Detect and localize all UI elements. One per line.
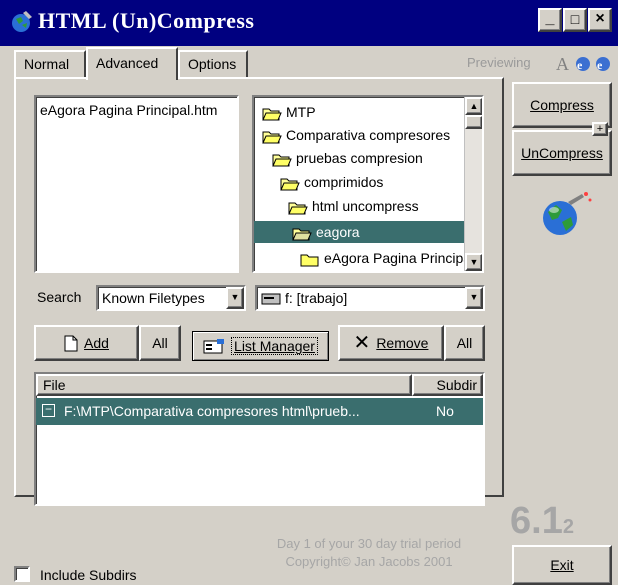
svg-text:A: A	[556, 54, 569, 74]
drive-icon	[261, 293, 281, 305]
open-folder-icon	[288, 202, 308, 215]
drive-value: f: [trabajo]	[285, 290, 348, 306]
tree-item-eagora-pagina[interactable]: eAgora Pagina Principal	[300, 247, 474, 269]
exit-button-label: Exit	[550, 557, 574, 573]
search-filetype-value: Known Filetypes	[102, 290, 205, 306]
search-filetype-select[interactable]: Known Filetypes ▼	[96, 285, 246, 311]
svg-text:e: e	[577, 58, 583, 72]
open-folder-icon	[262, 131, 282, 144]
uncompress-button[interactable]: UnCompress	[512, 130, 612, 176]
tab-options[interactable]: Options	[178, 50, 248, 78]
add-all-button[interactable]: All	[139, 325, 181, 361]
open-folder-icon	[262, 108, 282, 121]
row-subdir-value: No	[436, 403, 454, 419]
tab-normal[interactable]: Normal	[14, 50, 86, 78]
column-header-file[interactable]: File	[36, 374, 412, 396]
table-row[interactable]: − F:\MTP\Comparativa compresores html\pr…	[36, 398, 483, 425]
close-x-icon: ✕	[353, 332, 371, 354]
previewing-label: Previewing	[467, 55, 531, 70]
add-button-label: Add	[84, 335, 109, 351]
list-manager-button[interactable]: List Manager	[192, 331, 329, 361]
tree-item-eagora[interactable]: eagora	[254, 221, 464, 243]
version-minor: 2	[562, 516, 574, 538]
window-title: HTML (Un)Compress	[38, 8, 255, 33]
drive-select[interactable]: f: [trabajo] ▼	[255, 285, 485, 311]
folder-icon	[300, 254, 319, 267]
column-header-subdir[interactable]: Subdir	[412, 374, 483, 396]
list-manager-icon	[203, 339, 225, 354]
chevron-down-icon: ▼	[230, 292, 240, 302]
copyright-text: Copyright© Jan Jacobs 2001	[285, 554, 453, 569]
tree-item-label: Comparativa compresores	[286, 127, 451, 143]
file-list[interactable]: eAgora Pagina Principal.htm	[34, 95, 239, 273]
file-list-item[interactable]: eAgora Pagina Principal.htm	[40, 102, 233, 118]
browser-icons: A e e	[556, 54, 610, 74]
scroll-up-button[interactable]: ▲	[465, 97, 482, 115]
app-icon	[12, 11, 32, 32]
svg-text:e: e	[597, 58, 603, 72]
file-list-view[interactable]: File Subdir − F:\MTP\Comparativa compres…	[34, 372, 485, 506]
new-file-icon	[64, 335, 78, 351]
tree-item-label: pruebas compresion	[296, 150, 423, 166]
arrow-up-icon: ▲	[469, 101, 479, 111]
tree-scrollbar[interactable]: ▲ ▼	[464, 97, 482, 271]
arrow-down-icon: ▼	[469, 257, 479, 267]
include-subdirs-label[interactable]: Include Subdirs	[40, 567, 137, 583]
dropdown-button[interactable]: ▼	[465, 287, 483, 309]
tree-item-comprimidos[interactable]: comprimidos	[280, 171, 383, 193]
version-number: 6.12	[510, 500, 574, 543]
tree-item-label: comprimidos	[304, 174, 384, 190]
collapse-icon[interactable]: −	[42, 403, 55, 417]
tree-item-label: MTP	[286, 104, 316, 120]
chevron-down-icon: ▼	[469, 292, 479, 302]
uncompress-button-label: UnCompress	[521, 145, 603, 161]
globe-wand-logo	[543, 192, 592, 235]
remove-all-button[interactable]: All	[444, 325, 485, 361]
list-manager-label: List Manager	[231, 337, 318, 355]
tab-advanced[interactable]: Advanced	[86, 47, 178, 80]
remove-button[interactable]: ✕ Remove	[338, 325, 444, 361]
tree-item-html-uncompress[interactable]: html uncompress	[288, 195, 419, 217]
open-folder-icon	[280, 178, 300, 191]
folder-tree[interactable]: MTP Comparativa compresores pruebas comp…	[252, 95, 484, 273]
minimize-button[interactable]: _	[538, 8, 562, 32]
scroll-down-button[interactable]: ▼	[465, 253, 482, 271]
tree-item-label: eAgora Pagina Principal	[324, 250, 475, 266]
tree-item-label: eagora	[316, 224, 360, 240]
row-file-path: F:\MTP\Comparativa compresores html\prue…	[64, 403, 360, 419]
dropdown-button[interactable]: ▼	[226, 287, 244, 309]
remove-button-label: Remove	[376, 335, 429, 351]
open-folder-icon	[292, 228, 312, 241]
exit-button[interactable]: Exit	[512, 545, 612, 585]
include-subdirs-checkbox[interactable]	[14, 566, 30, 582]
add-button[interactable]: Add	[34, 325, 139, 361]
tree-item-comparativa[interactable]: Comparativa compresores	[262, 124, 450, 146]
open-folder-icon	[272, 154, 292, 167]
tree-item-mtp[interactable]: MTP	[262, 101, 316, 123]
trial-info: Day 1 of your 30 day trial period Copyri…	[234, 535, 504, 571]
tree-item-label: html uncompress	[312, 198, 419, 214]
trial-period-text: Day 1 of your 30 day trial period	[276, 536, 462, 551]
close-button[interactable]: ×	[588, 8, 612, 32]
maximize-button[interactable]: □	[563, 8, 587, 32]
scrollbar-thumb[interactable]	[465, 115, 482, 129]
expand-plus-icon[interactable]: +	[592, 122, 608, 136]
version-major: 6.1	[510, 500, 563, 542]
tree-item-pruebas[interactable]: pruebas compresion	[272, 147, 423, 169]
compress-button-label: Compress	[530, 97, 594, 113]
